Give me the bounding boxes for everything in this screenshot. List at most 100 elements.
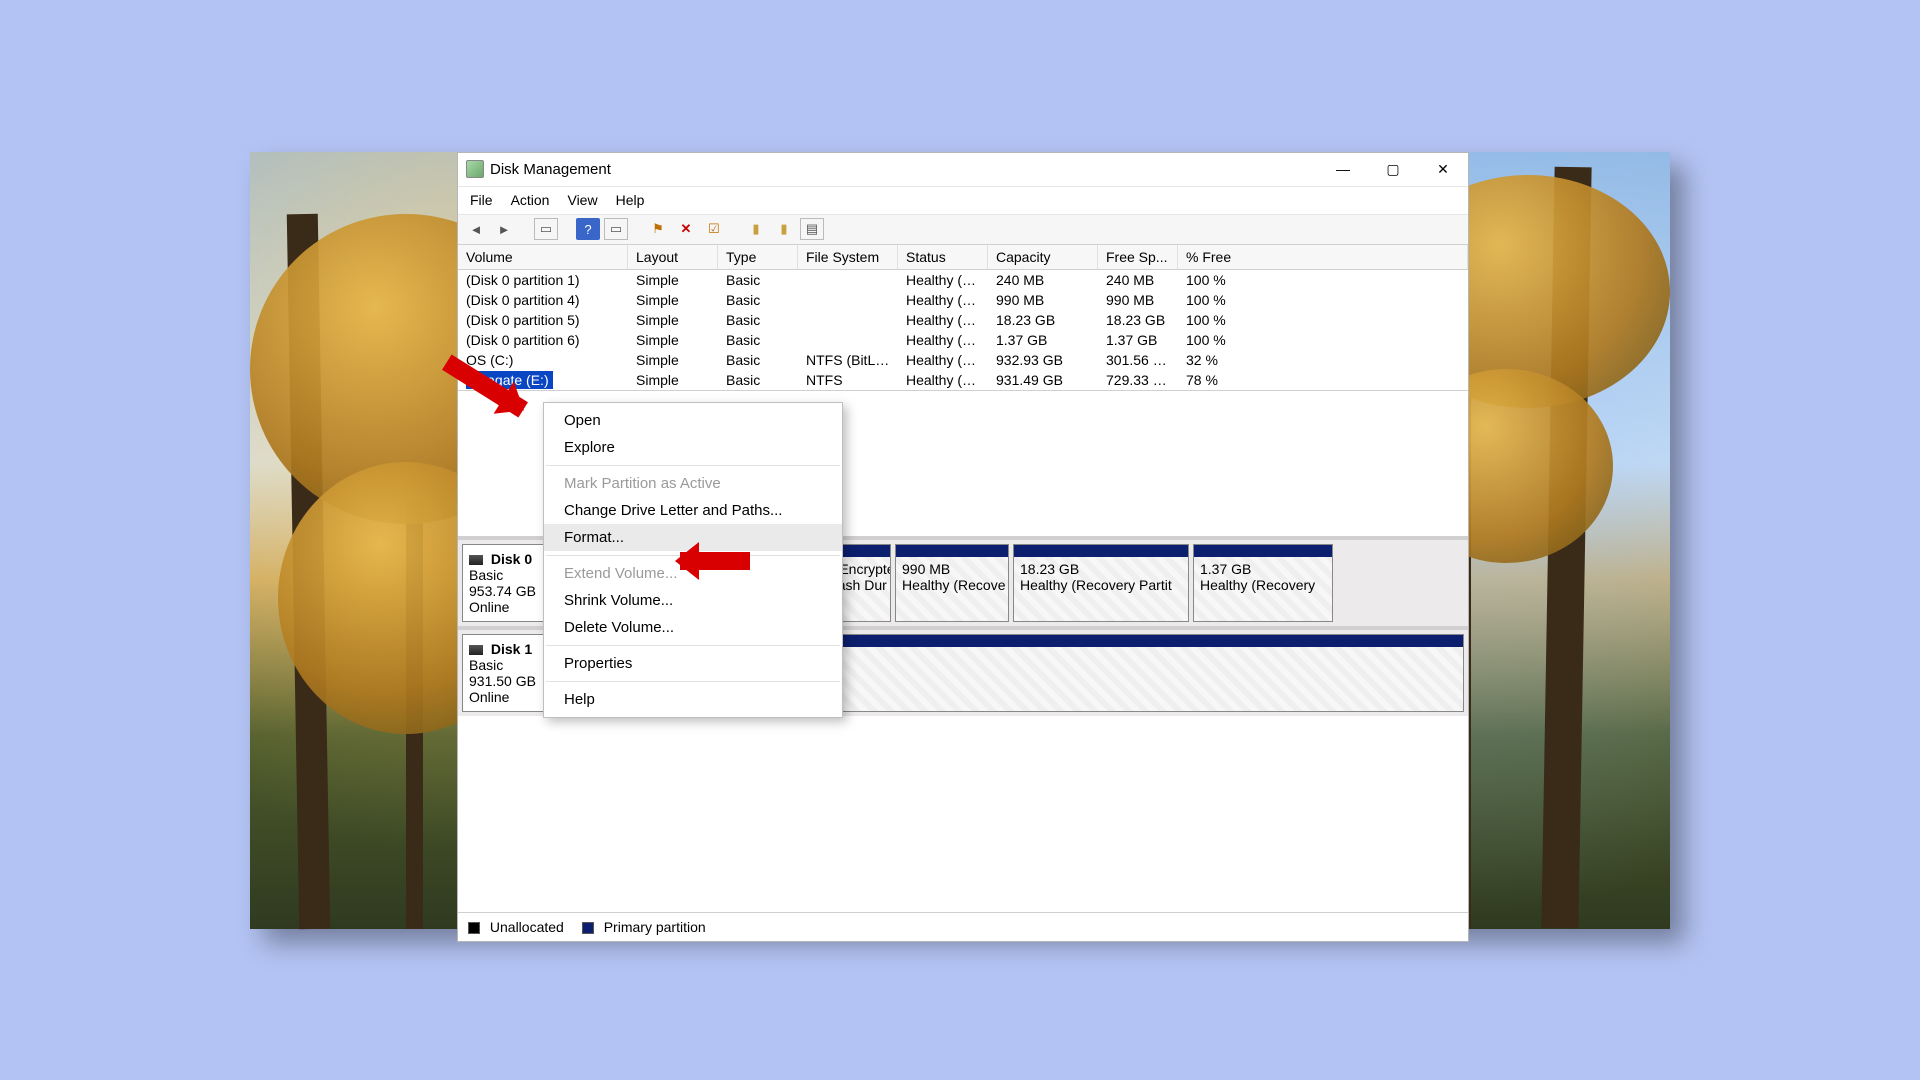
table-cell: Healthy (R... xyxy=(898,290,988,310)
toolbar: ◄ ► ▭ ? ▭ ⚑ ✕ ☑ ▮ ▮ ▤ xyxy=(458,215,1468,245)
check-icon[interactable]: ☑ xyxy=(702,218,726,240)
table-cell: 729.33 GB xyxy=(1098,370,1178,390)
title-bar[interactable]: Disk Management — ▢ ✕ xyxy=(458,153,1468,187)
col-volume[interactable]: Volume xyxy=(458,245,628,270)
col-type[interactable]: Type xyxy=(718,245,798,270)
legend: Unallocated Primary partition xyxy=(458,912,1468,941)
col-layout[interactable]: Layout xyxy=(628,245,718,270)
annotation-arrow-2 xyxy=(680,552,750,570)
disk-icon xyxy=(469,555,483,565)
disk-icon xyxy=(469,645,483,655)
settings-icon[interactable]: ⚑ xyxy=(646,218,670,240)
table-cell: 100 % xyxy=(1178,270,1468,290)
table-cell: Basic xyxy=(718,330,798,350)
table-cell: Healthy (B... xyxy=(898,370,988,390)
table-cell: Basic xyxy=(718,310,798,330)
table-cell[interactable]: (Disk 0 partition 6) xyxy=(458,330,628,350)
volume-table: Volume Layout Type File System Status Ca… xyxy=(458,245,1468,391)
table-cell: Simple xyxy=(628,370,718,390)
window-title: Disk Management xyxy=(490,161,611,178)
table-cell[interactable]: OS (C:) xyxy=(458,350,628,370)
table-cell: 990 MB xyxy=(1098,290,1178,310)
menu-item-shrink-volume[interactable]: Shrink Volume... xyxy=(544,587,842,614)
close-button[interactable]: ✕ xyxy=(1418,152,1468,186)
table-cell: Basic xyxy=(718,270,798,290)
table-cell: 18.23 GB xyxy=(1098,310,1178,330)
table-cell: NTFS (BitLo... xyxy=(798,350,898,370)
table-cell: 240 MB xyxy=(1098,270,1178,290)
table-cell xyxy=(798,330,898,350)
list-icon[interactable]: ▤ xyxy=(800,218,824,240)
menu-item-explore[interactable]: Explore xyxy=(544,434,842,461)
table-cell: 931.49 GB xyxy=(988,370,1098,390)
table-cell: Simple xyxy=(628,350,718,370)
table-cell: Simple xyxy=(628,270,718,290)
table-cell: 100 % xyxy=(1178,330,1468,350)
col-status[interactable]: Status xyxy=(898,245,988,270)
table-cell: 100 % xyxy=(1178,310,1468,330)
table-cell: 932.93 GB xyxy=(988,350,1098,370)
disk0-partition[interactable]: 18.23 GBHealthy (Recovery Partit xyxy=(1013,544,1189,622)
back-button[interactable]: ◄ xyxy=(464,218,488,240)
table-cell: 990 MB xyxy=(988,290,1098,310)
menu-item-change-drive-letter-and-paths[interactable]: Change Drive Letter and Paths... xyxy=(544,497,842,524)
show-hide-icon[interactable]: ▭ xyxy=(534,218,558,240)
menu-help[interactable]: Help xyxy=(616,192,645,208)
table-cell[interactable]: (Disk 0 partition 5) xyxy=(458,310,628,330)
menu-view[interactable]: View xyxy=(567,192,597,208)
table-cell: 78 % xyxy=(1178,370,1468,390)
legend-primary: Primary partition xyxy=(604,919,706,935)
table-cell: Simple xyxy=(628,330,718,350)
menu-bar: File Action View Help xyxy=(458,187,1468,215)
table-cell: Basic xyxy=(718,370,798,390)
menu-item-properties[interactable]: Properties xyxy=(544,650,842,677)
table-cell: Healthy (R... xyxy=(898,330,988,350)
menu-item-mark-partition-as-active: Mark Partition as Active xyxy=(544,470,842,497)
forward-button[interactable]: ► xyxy=(492,218,516,240)
delete-icon[interactable]: ✕ xyxy=(674,218,698,240)
col-capacity[interactable]: Capacity xyxy=(988,245,1098,270)
table-cell: 1.37 GB xyxy=(1098,330,1178,350)
menu-separator xyxy=(546,645,840,646)
col-fs[interactable]: File System xyxy=(798,245,898,270)
folder2-icon[interactable]: ▮ xyxy=(772,218,796,240)
disk0-partition[interactable]: 990 MBHealthy (Recove xyxy=(895,544,1009,622)
menu-file[interactable]: File xyxy=(470,192,493,208)
table-cell: 100 % xyxy=(1178,290,1468,310)
table-cell[interactable]: (Disk 0 partition 1) xyxy=(458,270,628,290)
table-cell: Healthy (E... xyxy=(898,270,988,290)
disk0-partition[interactable]: 1.37 GBHealthy (Recovery xyxy=(1193,544,1333,622)
legend-unallocated: Unallocated xyxy=(490,919,564,935)
table-cell xyxy=(798,310,898,330)
menu-separator xyxy=(546,465,840,466)
table-cell: 18.23 GB xyxy=(988,310,1098,330)
table-cell: Simple xyxy=(628,290,718,310)
col-pct[interactable]: % Free xyxy=(1178,245,1468,270)
col-free[interactable]: Free Sp... xyxy=(1098,245,1178,270)
help-icon[interactable]: ? xyxy=(576,218,600,240)
primary-swatch xyxy=(582,922,594,934)
menu-separator xyxy=(546,681,840,682)
table-cell xyxy=(798,270,898,290)
menu-action[interactable]: Action xyxy=(511,192,550,208)
table-cell: Healthy (B... xyxy=(898,350,988,370)
table-cell: Basic xyxy=(718,290,798,310)
table-cell: 32 % xyxy=(1178,350,1468,370)
table-cell: 240 MB xyxy=(988,270,1098,290)
table-cell: 301.56 GB xyxy=(1098,350,1178,370)
menu-item-open[interactable]: Open xyxy=(544,407,842,434)
disk0-name: Disk 0 xyxy=(491,551,532,567)
table-cell[interactable]: (Disk 0 partition 4) xyxy=(458,290,628,310)
maximize-button[interactable]: ▢ xyxy=(1368,152,1418,186)
app-icon xyxy=(466,160,484,178)
table-cell xyxy=(798,290,898,310)
refresh-icon[interactable]: ▭ xyxy=(604,218,628,240)
table-cell: NTFS xyxy=(798,370,898,390)
table-cell: Basic xyxy=(718,350,798,370)
menu-item-delete-volume[interactable]: Delete Volume... xyxy=(544,614,842,641)
minimize-button[interactable]: — xyxy=(1318,152,1368,186)
folder1-icon[interactable]: ▮ xyxy=(744,218,768,240)
table-cell: Simple xyxy=(628,310,718,330)
menu-item-help[interactable]: Help xyxy=(544,686,842,713)
table-cell: Healthy (R... xyxy=(898,310,988,330)
